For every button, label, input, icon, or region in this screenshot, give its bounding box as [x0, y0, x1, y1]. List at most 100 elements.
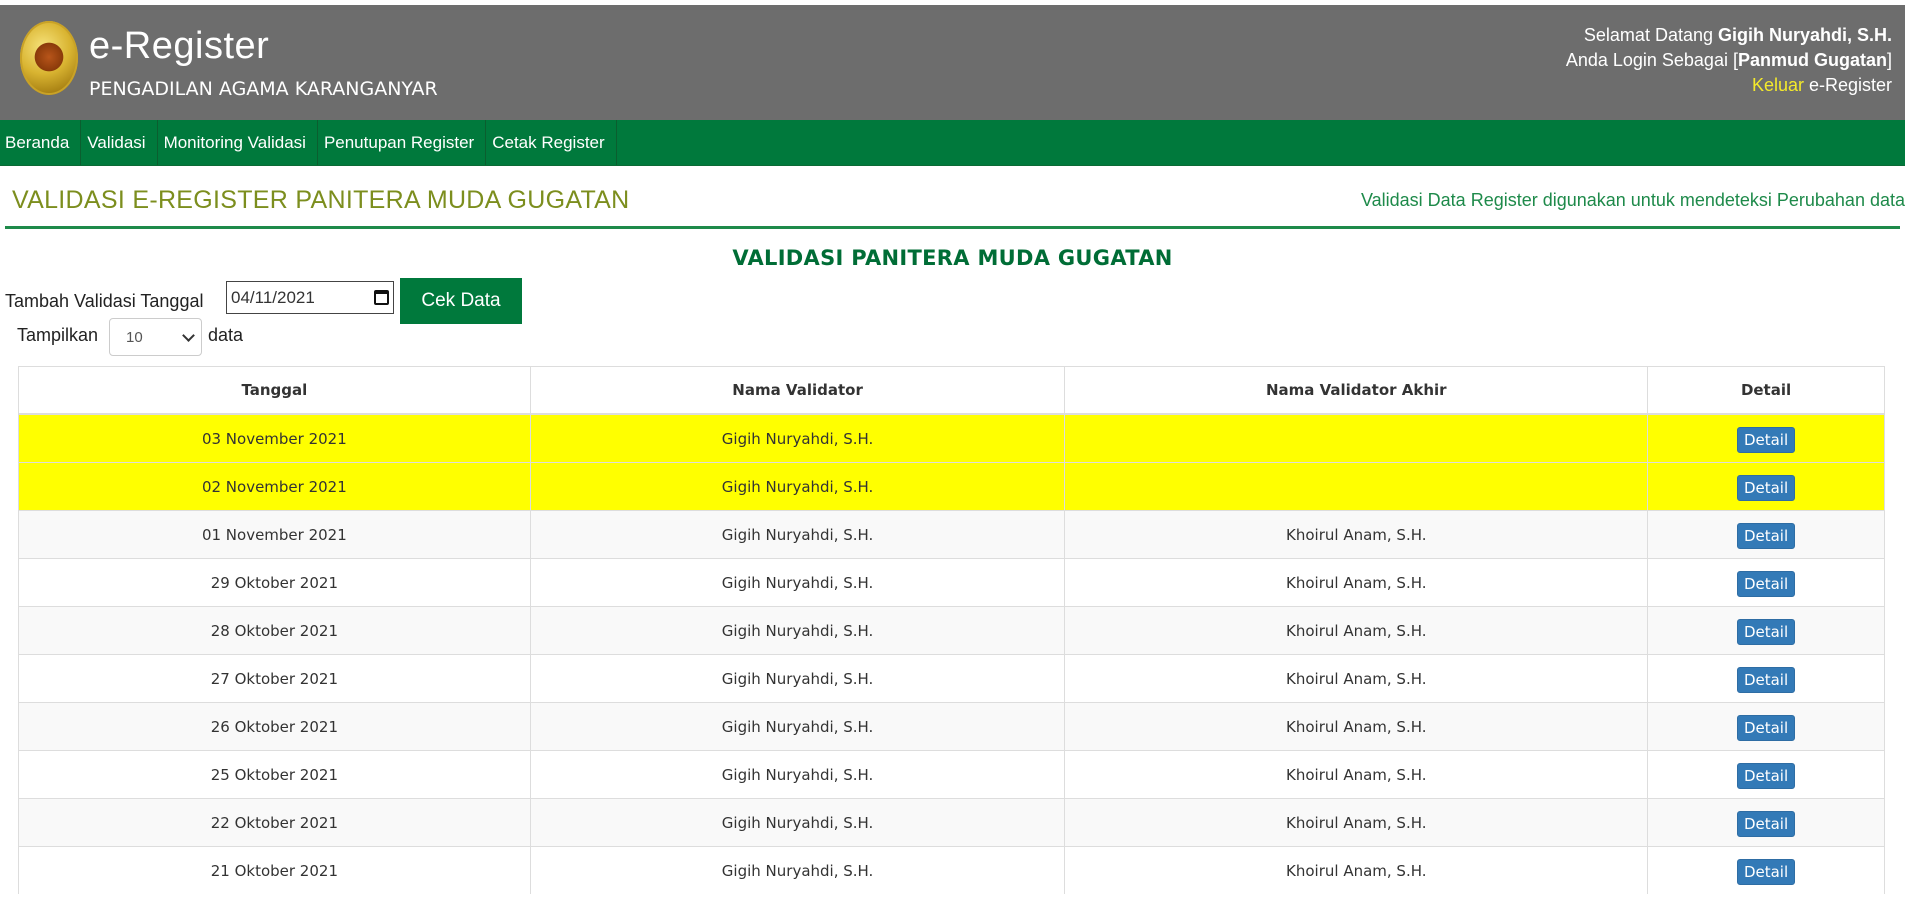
- table-row: 29 Oktober 2021 Gigih Nuryahdi, S.H. Khoir…: [18, 558, 1885, 607]
- detail-button[interactable]: Detail: [1736, 475, 1796, 501]
- validation-table: Tanggal Nama Validator Nama Validator Ak…: [18, 366, 1885, 894]
- cell-tanggal: 26 Oktober 2021: [18, 702, 531, 751]
- chevron-down-icon: [182, 329, 195, 342]
- page-size-select[interactable]: 10: [109, 318, 202, 356]
- cell-tanggal: 02 November 2021: [18, 462, 531, 511]
- nav-beranda[interactable]: Beranda: [0, 120, 82, 165]
- cell-nama-validator: Gigih Nuryahdi, S.H.: [529, 846, 1066, 894]
- nav-penutupan-register[interactable]: Penutupan Register: [318, 120, 487, 165]
- cell-detail: Detail: [1647, 654, 1885, 703]
- col-header-tanggal[interactable]: Tanggal: [18, 366, 531, 415]
- cell-nama-validator: Gigih Nuryahdi, S.H.: [529, 558, 1066, 607]
- cell-detail: Detail: [1647, 702, 1885, 751]
- user-role: Panmud Gugatan: [1737, 50, 1887, 70]
- cell-nama-validator-akhir: Khoirul Anam, S.H.: [1064, 846, 1649, 894]
- app-title: e-Register: [89, 25, 270, 67]
- cell-detail: Detail: [1647, 558, 1885, 607]
- login-role-line: Anda Login Sebagai [Panmud Gugatan]: [1566, 48, 1892, 73]
- table-row: 01 November 2021 Gigih Nuryahdi, S.H. Khoi…: [18, 510, 1885, 559]
- cell-detail: Detail: [1647, 606, 1885, 655]
- page-header: VALIDASI E-REGISTER PANITERA MUDA GUGATA…: [5, 166, 1905, 229]
- table-header-row: Tanggal Nama Validator Nama Validator Ak…: [18, 366, 1885, 415]
- cell-nama-validator-akhir: Khoirul Anam, S.H.: [1064, 798, 1649, 847]
- table-row: 21 Oktober 2021 Gigih Nuryahdi, S.H. Khoir…: [18, 846, 1885, 894]
- cell-nama-validator-akhir: Khoirul Anam, S.H.: [1064, 702, 1649, 751]
- table-row: 03 November 2021 Gigih Nuryahdi, S.H. Deta…: [18, 413, 1885, 463]
- detail-button[interactable]: Detail: [1736, 667, 1796, 693]
- app-header: e-Register PENGADILAN AGAMA KARANGANYAR …: [0, 5, 1905, 120]
- section-title: VALIDASI PANITERA MUDA GUGATAN: [732, 246, 1173, 270]
- cell-tanggal: 29 Oktober 2021: [18, 558, 531, 607]
- greeting-line: Selamat Datang Gigih Nuryahdi, S.H.: [1566, 23, 1892, 48]
- cell-nama-validator: Gigih Nuryahdi, S.H.: [529, 462, 1066, 511]
- add-validation-form: Tambah Validasi Tanggal 04/11/2021 Cek D…: [0, 278, 1905, 324]
- detail-button[interactable]: Detail: [1736, 571, 1796, 597]
- detail-button[interactable]: Detail: [1736, 523, 1796, 549]
- detail-button[interactable]: Detail: [1736, 811, 1796, 837]
- cell-nama-validator-akhir: Khoirul Anam, S.H.: [1064, 654, 1649, 703]
- logout-link[interactable]: Keluar: [1752, 75, 1804, 95]
- nav-cetak-register[interactable]: Cetak Register: [486, 120, 617, 165]
- data-label: data: [208, 325, 244, 345]
- detail-button[interactable]: Detail: [1736, 427, 1796, 453]
- page-size-row: Tampilkan 10 data: [0, 318, 1905, 366]
- cell-detail: Detail: [1647, 798, 1885, 847]
- cell-nama-validator: Gigih Nuryahdi, S.H.: [529, 606, 1066, 655]
- table-row: 27 Oktober 2021 Gigih Nuryahdi, S.H. Khoir…: [18, 654, 1885, 703]
- cell-nama-validator: Gigih Nuryahdi, S.H.: [529, 510, 1066, 559]
- login-prefix: Anda Login Sebagai [: [1565, 50, 1738, 70]
- cell-nama-validator: Gigih Nuryahdi, S.H.: [529, 413, 1066, 463]
- validation-date-input[interactable]: 04/11/2021: [226, 281, 394, 314]
- col-header-detail[interactable]: Detail: [1647, 366, 1885, 415]
- login-suffix: ]: [1886, 50, 1892, 70]
- detail-button[interactable]: Detail: [1736, 859, 1796, 885]
- cell-nama-validator: Gigih Nuryahdi, S.H.: [529, 702, 1066, 751]
- logout-line: Keluar e-Register: [1566, 73, 1892, 98]
- page-subtitle: Validasi Data Register digunakan untuk m…: [1360, 190, 1905, 210]
- calendar-icon[interactable]: [374, 290, 389, 305]
- nav-validasi[interactable]: Validasi: [81, 120, 158, 165]
- cell-detail: Detail: [1647, 462, 1885, 511]
- cell-tanggal: 27 Oktober 2021: [18, 654, 531, 703]
- cell-tanggal: 01 November 2021: [18, 510, 531, 559]
- court-logo-icon: [20, 21, 78, 95]
- user-name: Gigih Nuryahdi, S.H.: [1717, 25, 1892, 45]
- court-name: PENGADILAN AGAMA KARANGANYAR: [89, 78, 438, 100]
- col-header-nama-validator-akhir[interactable]: Nama Validator Akhir: [1064, 366, 1649, 415]
- cell-detail: Detail: [1647, 510, 1885, 559]
- main-navbar: Beranda Validasi Monitoring Validasi Pen…: [0, 120, 1905, 166]
- cell-tanggal: 22 Oktober 2021: [18, 798, 531, 847]
- cell-detail: Detail: [1647, 846, 1885, 894]
- cell-nama-validator-akhir: Khoirul Anam, S.H.: [1064, 606, 1649, 655]
- cell-tanggal: 03 November 2021: [18, 413, 531, 463]
- table-row: 02 November 2021 Gigih Nuryahdi, S.H. Deta…: [18, 462, 1885, 511]
- table-row: 22 Oktober 2021 Gigih Nuryahdi, S.H. Khoir…: [18, 798, 1885, 847]
- cell-nama-validator-akhir: [1064, 462, 1649, 511]
- detail-button[interactable]: Detail: [1736, 619, 1796, 645]
- table-row: 25 Oktober 2021 Gigih Nuryahdi, S.H. Khoir…: [18, 750, 1885, 799]
- cell-tanggal: 28 Oktober 2021: [18, 606, 531, 655]
- page-title: VALIDASI E-REGISTER PANITERA MUDA GUGATA…: [12, 186, 630, 214]
- cell-detail: Detail: [1647, 750, 1885, 799]
- col-header-nama-validator[interactable]: Nama Validator: [529, 366, 1066, 415]
- cek-data-button[interactable]: Cek Data: [400, 278, 522, 324]
- cell-nama-validator-akhir: Khoirul Anam, S.H.: [1064, 510, 1649, 559]
- table-body: 03 November 2021 Gigih Nuryahdi, S.H. Deta…: [18, 413, 1885, 894]
- user-info: Selamat Datang Gigih Nuryahdi, S.H. Anda…: [1566, 23, 1892, 98]
- cell-nama-validator: Gigih Nuryahdi, S.H.: [529, 654, 1066, 703]
- cell-nama-validator-akhir: Khoirul Anam, S.H.: [1064, 558, 1649, 607]
- cell-nama-validator-akhir: [1064, 413, 1649, 463]
- cell-tanggal: 25 Oktober 2021: [18, 750, 531, 799]
- greeting-prefix: Selamat Datang: [1583, 25, 1718, 45]
- date-value: 04/11/2021: [231, 287, 315, 307]
- table-row: 28 Oktober 2021 Gigih Nuryahdi, S.H. Khoir…: [18, 606, 1885, 655]
- cell-nama-validator: Gigih Nuryahdi, S.H.: [529, 750, 1066, 799]
- detail-button[interactable]: Detail: [1736, 763, 1796, 789]
- add-validation-label: Tambah Validasi Tanggal: [5, 291, 204, 311]
- show-label: Tampilkan: [17, 325, 99, 345]
- detail-button[interactable]: Detail: [1736, 715, 1796, 741]
- cell-nama-validator: Gigih Nuryahdi, S.H.: [529, 798, 1066, 847]
- logout-suffix: e-Register: [1803, 75, 1892, 95]
- cell-tanggal: 21 Oktober 2021: [18, 846, 531, 894]
- nav-monitoring-validasi[interactable]: Monitoring Validasi: [158, 120, 318, 165]
